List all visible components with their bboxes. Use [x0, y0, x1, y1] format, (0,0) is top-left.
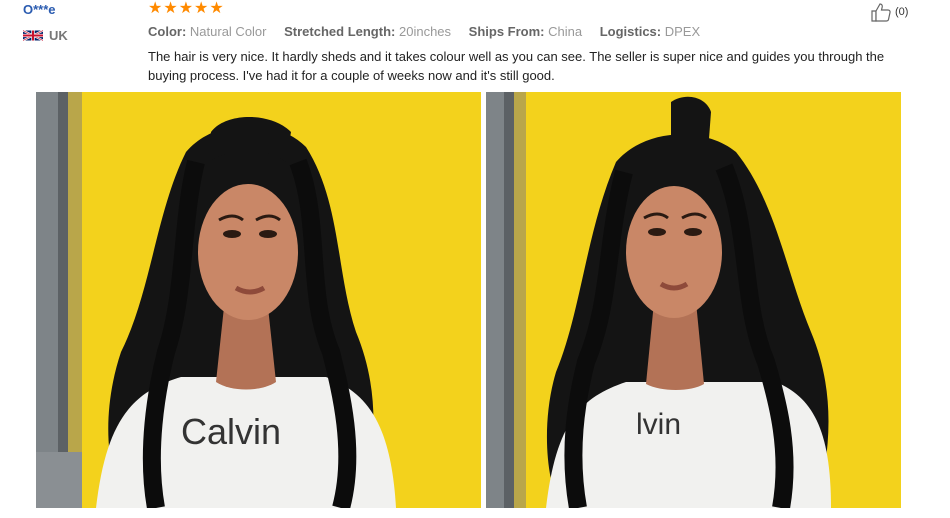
review-photo-1[interactable]: Calvin: [36, 92, 481, 508]
attr-color: Color: Natural Color: [148, 24, 267, 39]
star-icon: ★: [148, 0, 163, 17]
thumbs-up-icon: [871, 3, 891, 22]
attr-length: Stretched Length: 20inches: [284, 24, 452, 39]
country-label: UK: [49, 28, 68, 43]
review-photo-2[interactable]: lvin: [486, 92, 901, 508]
star-icon: ★: [194, 0, 209, 17]
shirt-text: lvin: [636, 408, 681, 441]
product-attributes: Color: Natural Color Stretched Length: 2…: [148, 24, 714, 39]
reviewer-country: UK: [23, 28, 68, 43]
helpful-button[interactable]: (0): [870, 2, 908, 22]
review-photo-image: lvin: [486, 92, 901, 508]
review-photo-image: Calvin: [36, 92, 481, 508]
shirt-text: Calvin: [181, 411, 281, 452]
review-text: The hair is very nice. It hardly sheds a…: [148, 49, 885, 83]
helpful-count: (0): [895, 6, 909, 18]
star-icon: ★: [209, 0, 224, 17]
star-icon: ★: [178, 0, 194, 17]
star-rating: ★ ★ ★ ★ ★: [148, 1, 224, 17]
star-icon: ★: [163, 0, 178, 17]
reviewer-info: O***e UK: [23, 2, 68, 43]
uk-flag-icon: [23, 30, 43, 41]
attr-ships-from: Ships From: China: [468, 24, 583, 39]
reviewer-name[interactable]: O***e: [23, 2, 56, 17]
attr-logistics: Logistics: DPEX: [599, 24, 701, 39]
